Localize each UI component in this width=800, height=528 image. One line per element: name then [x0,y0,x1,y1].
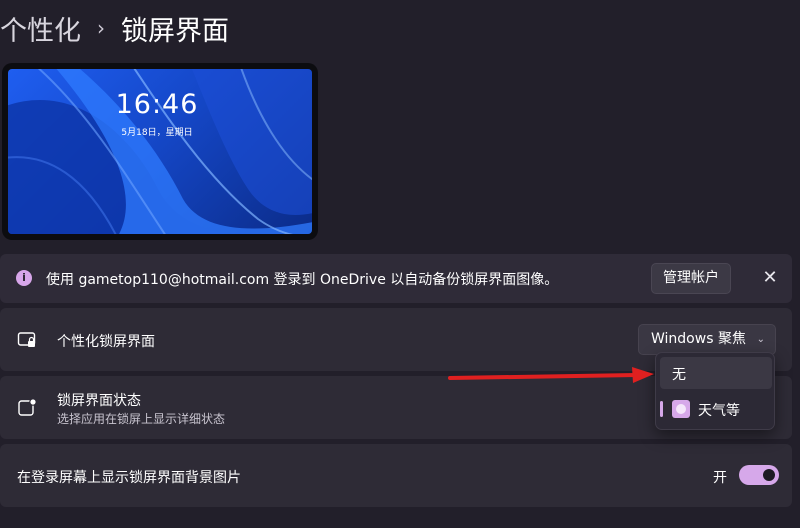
lock-screen-type-select[interactable]: Windows 聚焦 ⌄ [638,324,776,355]
option-label: 天气等 [698,403,740,419]
breadcrumb-personalization[interactable]: 个性化 [0,9,81,48]
selection-indicator [660,401,663,417]
option-label: 无 [672,367,686,383]
dropdown-option-none[interactable]: 无 [660,357,772,389]
red-arrow-annotation [448,367,654,383]
close-icon[interactable]: ✕ [760,266,780,290]
lock-screen-type-dropdown: 无 天气等 [655,352,775,430]
manage-account-button[interactable]: 管理帐户 [651,263,731,294]
onedrive-info-bar: i 使用 gametop110@hotmail.com 登录到 OneDrive… [0,254,792,303]
breadcrumb: 个性化 › 锁屏界面 [0,8,229,48]
toggle-state-label: 开 [713,470,727,486]
lock-screen-icon [17,332,36,347]
status-icon [18,398,37,416]
select-value: Windows 聚焦 [651,331,746,347]
chevron-down-icon: ⌄ [756,334,765,345]
breadcrumb-separator: › [97,16,105,40]
lock-screen-status-description: 选择应用在锁屏上显示详细状态 [57,412,226,426]
preview-clock: 16:46 [115,89,199,120]
toggle-knob [763,469,775,481]
info-icon: i [16,270,32,286]
lock-screen-preview: 16:46 5月18日，星期日 [2,63,318,240]
preview-date: 5月18日，星期日 [121,128,193,138]
dropdown-option-weather[interactable]: 天气等 [660,393,772,425]
signin-background-label: 在登录屏幕上显示锁屏界面背景图片 [17,470,241,486]
page-title: 锁屏界面 [121,15,229,47]
weather-app-icon [672,400,690,418]
info-message: 使用 gametop110@hotmail.com 登录到 OneDrive 以… [46,272,559,288]
preview-wallpaper: 16:46 5月18日，星期日 [8,69,312,234]
signin-background-row: 在登录屏幕上显示锁屏界面背景图片 开 [0,444,792,507]
personalize-lock-screen-label: 个性化锁屏界面 [57,334,155,350]
signin-background-toggle[interactable] [739,465,779,485]
lock-screen-status-label: 锁屏界面状态 [57,393,141,409]
